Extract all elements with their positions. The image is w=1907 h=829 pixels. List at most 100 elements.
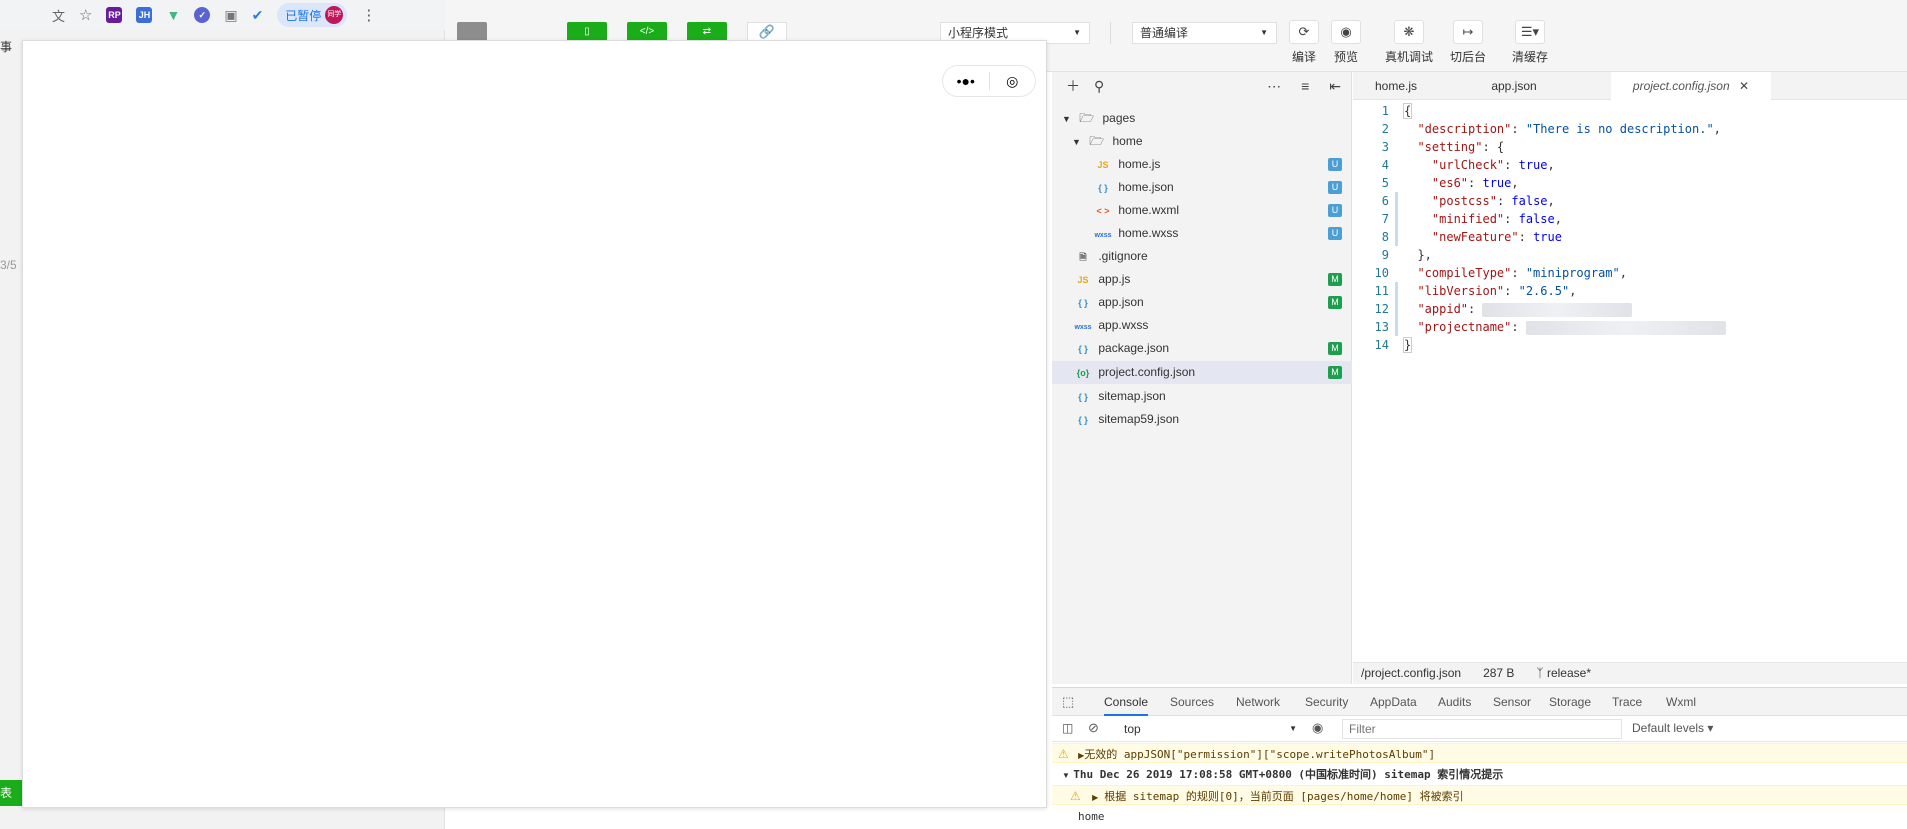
modified-badge: M bbox=[1328, 366, 1342, 379]
console-filter-input[interactable] bbox=[1342, 719, 1622, 739]
json-file-icon: { } bbox=[1078, 392, 1088, 402]
close-target-icon[interactable]: ◎ bbox=[990, 73, 1036, 90]
collapse-all-icon[interactable]: ≡ bbox=[1301, 78, 1309, 94]
modified-gutter-marker bbox=[1395, 282, 1398, 336]
compile-select[interactable]: 普通编译 ▼ bbox=[1132, 22, 1277, 44]
console-toolbar: ◫ ⊘ top ▼ ◉ Default levels ▾ bbox=[1052, 716, 1907, 742]
tree-file-project-config-json[interactable]: {o} project.config.json M bbox=[1052, 361, 1352, 384]
page-fragment-text: 3/5 bbox=[0, 258, 17, 272]
editor-tab-bar: home.js app.json project.config.json ✕ bbox=[1353, 72, 1907, 100]
capsule-menu[interactable]: •●• ◎ bbox=[942, 65, 1036, 97]
tab-trace[interactable]: Trace bbox=[1612, 688, 1642, 716]
log-levels-select[interactable]: Default levels ▾ bbox=[1632, 721, 1713, 735]
more-menu-icon[interactable]: ⋮ bbox=[361, 6, 376, 24]
refresh-icon: ⟳ bbox=[1289, 20, 1319, 44]
toggle-panel-icon[interactable]: ⇤ bbox=[1329, 78, 1341, 95]
more-dots-icon[interactable]: •●• bbox=[943, 73, 989, 89]
console-message: 无效的 appJSON["permission"]["scope.writePh… bbox=[1084, 748, 1436, 761]
tab-storage[interactable]: Storage bbox=[1549, 688, 1591, 716]
compile-button[interactable]: ⟳ 编译 bbox=[1282, 20, 1326, 65]
tab-project-config-json[interactable]: project.config.json ✕ bbox=[1611, 72, 1771, 100]
tree-file-sitemap-json[interactable]: { } sitemap.json bbox=[1052, 385, 1352, 408]
preview-label: 预览 bbox=[1333, 50, 1358, 64]
clear-cache-button[interactable]: ☰▾ 清缓存 bbox=[1508, 20, 1552, 65]
collapse-icon[interactable]: ▼ bbox=[1062, 771, 1070, 780]
tab-label: project.config.json bbox=[1632, 79, 1730, 93]
tab-sources[interactable]: Sources bbox=[1170, 688, 1214, 716]
tab-app-json[interactable]: app.json bbox=[1439, 72, 1589, 100]
tab-security[interactable]: Security bbox=[1305, 688, 1348, 716]
tab-audits[interactable]: Audits bbox=[1438, 688, 1471, 716]
tab-home-js[interactable]: home.js bbox=[1353, 72, 1439, 100]
tab-wxml[interactable]: Wxml bbox=[1666, 688, 1696, 716]
remote-debug-label: 真机调试 bbox=[1384, 50, 1433, 64]
translate-icon[interactable]: 文 bbox=[52, 6, 65, 25]
code-line: 13 "projectname": bbox=[1353, 318, 1726, 336]
tree-item-label: home.wxss bbox=[1118, 226, 1179, 240]
check-extension-icon[interactable]: ✔ bbox=[252, 7, 264, 24]
tree-folder-home[interactable]: ▼ 🗁 home bbox=[1052, 130, 1352, 153]
close-icon[interactable]: ✕ bbox=[1739, 79, 1749, 93]
bookmark-star-icon[interactable]: ☆ bbox=[79, 6, 92, 24]
inspect-element-icon[interactable]: ⬚ bbox=[1062, 694, 1074, 710]
tree-item-label: sitemap.json bbox=[1098, 389, 1166, 403]
simulator-screen[interactable]: •●• ◎ bbox=[22, 40, 1047, 808]
code-line: 4 "urlCheck": true, bbox=[1381, 158, 1555, 172]
console-message: home bbox=[1078, 810, 1105, 823]
tree-file-home-js[interactable]: JS home.js U bbox=[1052, 153, 1352, 176]
editor-toggle-button[interactable]: </> bbox=[627, 22, 667, 42]
tree-file-gitignore[interactable]: 🗎 .gitignore bbox=[1052, 245, 1352, 268]
chevron-down-icon: ▼ bbox=[1260, 28, 1268, 37]
jh-extension-icon[interactable]: JH bbox=[136, 7, 153, 23]
tree-file-home-wxss[interactable]: wxss home.wxss U bbox=[1052, 222, 1352, 245]
code-line: 7 "minified": false, bbox=[1381, 212, 1562, 226]
tree-folder-pages[interactable]: ▼ 🗁 pages bbox=[1052, 107, 1352, 130]
vue-devtools-icon[interactable]: ▼ bbox=[166, 7, 180, 23]
search-icon[interactable]: ⚲ bbox=[1094, 78, 1104, 95]
more-icon[interactable]: ⋯ bbox=[1267, 78, 1281, 95]
eye-icon[interactable]: ◉ bbox=[1312, 720, 1323, 736]
tree-file-home-wxml[interactable]: < > home.wxml U bbox=[1052, 199, 1352, 222]
config-file-icon: {o} bbox=[1076, 368, 1090, 378]
tree-file-sitemap59-json[interactable]: { } sitemap59.json bbox=[1052, 408, 1352, 431]
untracked-badge: U bbox=[1328, 158, 1342, 171]
link-icon[interactable]: 🔗 bbox=[747, 22, 787, 42]
redacted-value bbox=[1482, 302, 1633, 317]
modified-badge: M bbox=[1328, 296, 1342, 309]
camera-icon[interactable]: ▣ bbox=[224, 7, 237, 24]
console-group-row[interactable]: ▼ Thu Dec 26 2019 17:08:58 GMT+0800 (中国标… bbox=[1052, 764, 1907, 784]
remote-debug-button[interactable]: ❋ 真机调试 bbox=[1380, 20, 1438, 65]
tree-file-app-wxss[interactable]: wxss app.wxss bbox=[1052, 314, 1352, 337]
background-button[interactable]: ↦ 切后台 bbox=[1446, 20, 1490, 65]
expand-icon[interactable]: ▶ bbox=[1092, 793, 1098, 802]
context-select[interactable]: top ▼ bbox=[1118, 719, 1303, 739]
page-fragment-text: 事 bbox=[0, 40, 13, 54]
simulator-toggle-button[interactable]: ▯ bbox=[567, 22, 607, 42]
preview-button[interactable]: ◉ 预览 bbox=[1324, 20, 1368, 65]
tab-sensor[interactable]: Sensor bbox=[1493, 688, 1531, 716]
debugger-toggle-button[interactable]: ⇄ bbox=[687, 22, 727, 42]
clear-console-icon[interactable]: ⊘ bbox=[1088, 720, 1099, 736]
tree-item-label: package.json bbox=[1098, 341, 1170, 355]
tab-console[interactable]: Console bbox=[1104, 688, 1149, 716]
rp-extension-icon[interactable]: RP bbox=[106, 7, 123, 23]
page-fragment-button[interactable]: 表 bbox=[0, 780, 22, 806]
tree-item-label: project.config.json bbox=[1098, 365, 1196, 379]
tab-appdata[interactable]: AppData bbox=[1370, 688, 1417, 716]
git-branch[interactable]: ᛉ release* bbox=[1536, 663, 1591, 684]
tree-file-home-json[interactable]: { } home.json U bbox=[1052, 176, 1352, 199]
tree-file-app-js[interactable]: JS app.js M bbox=[1052, 268, 1352, 291]
sidebar-toggle-icon[interactable]: ◫ bbox=[1062, 721, 1073, 735]
tree-file-app-json[interactable]: { } app.json M bbox=[1052, 291, 1352, 314]
tree-file-package-json[interactable]: { } package.json M bbox=[1052, 337, 1352, 360]
tab-network[interactable]: Network bbox=[1236, 688, 1280, 716]
json-file-icon: { } bbox=[1078, 344, 1088, 354]
code-line: 1{ bbox=[1381, 103, 1413, 119]
chevron-down-icon: ▼ bbox=[1073, 28, 1081, 37]
compile-select-value: 普通编译 bbox=[1140, 26, 1189, 40]
json-file-icon: { } bbox=[1078, 415, 1088, 425]
profile-paused-button[interactable]: 已暂停 同学 bbox=[277, 3, 348, 27]
add-icon[interactable]: ＋ bbox=[1066, 76, 1080, 96]
circle-extension-icon[interactable]: ✓ bbox=[194, 7, 211, 23]
bug-icon: ❋ bbox=[1394, 20, 1424, 44]
